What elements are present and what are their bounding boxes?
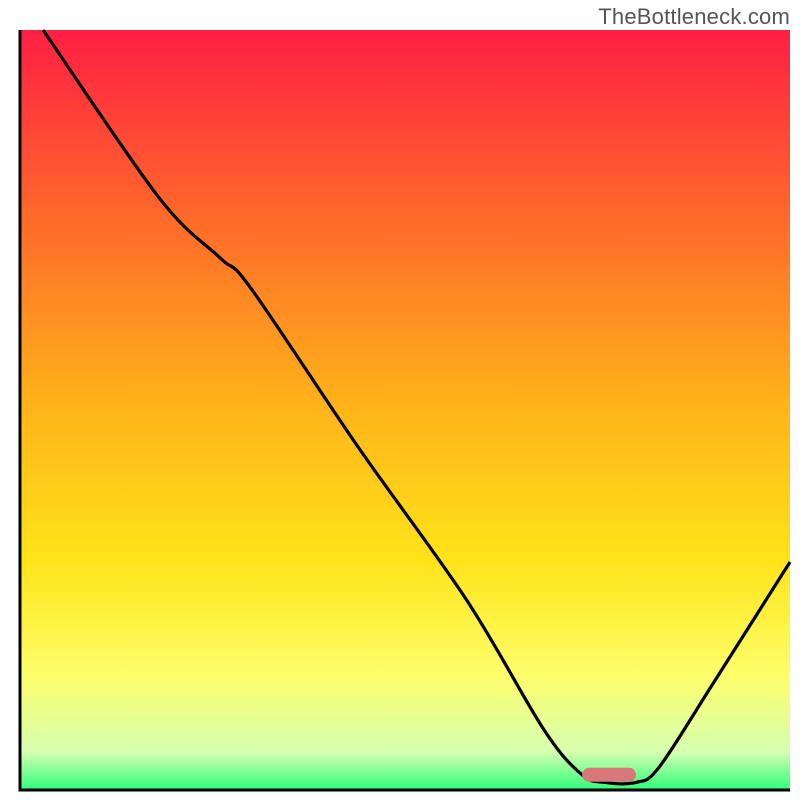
gradient-background <box>20 30 790 790</box>
watermark-text: TheBottleneck.com <box>598 4 790 30</box>
bottleneck-chart <box>0 0 800 800</box>
optimal-marker-pill <box>582 768 636 782</box>
